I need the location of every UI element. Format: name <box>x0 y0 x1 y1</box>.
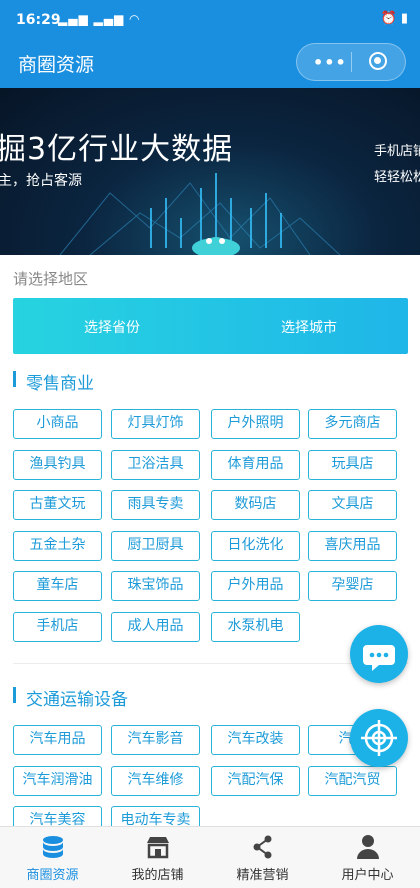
category-tag[interactable]: 厨卫厨具 <box>111 530 200 561</box>
category-tag[interactable]: 孕婴店 <box>308 571 397 601</box>
crosshair-icon <box>361 720 397 756</box>
chat-icon <box>363 645 395 671</box>
region-selector: 选择省份 选择城市 <box>13 298 408 354</box>
region-label: 请选择地区 <box>13 270 89 288</box>
section-title-marker <box>13 687 16 703</box>
section-title-text: 交通运输设备 <box>26 690 128 710</box>
banner-next-line1: 手机店铺 <box>374 144 420 159</box>
category-tag[interactable]: 汽车润滑油 <box>13 765 102 796</box>
tab-precision-marketing[interactable]: 精准营销 <box>210 827 315 888</box>
category-tag[interactable]: 古董文玩 <box>13 490 102 520</box>
category-tag[interactable]: 汽车维修 <box>111 765 200 796</box>
category-tag[interactable]: 汽配汽保 <box>211 765 300 796</box>
category-tag[interactable]: 小商品 <box>13 409 102 439</box>
banner-subline: 主，抢占客源 <box>0 173 82 189</box>
category-tag[interactable]: 汽配汽贸 <box>308 765 397 796</box>
user-icon <box>357 835 379 859</box>
category-tag[interactable]: 数码店 <box>211 490 300 520</box>
section-title-marker <box>13 371 16 387</box>
category-tag[interactable]: 卫浴洁具 <box>111 449 200 480</box>
category-tag[interactable]: 手机店 <box>13 611 102 642</box>
tab-label: 精准营销 <box>236 868 289 883</box>
category-tag[interactable]: 户外用品 <box>211 571 300 601</box>
more-menu-button[interactable]: ••• <box>313 53 347 72</box>
category-tag[interactable]: 体育用品 <box>211 449 300 480</box>
category-tag[interactable]: 渔具钓具 <box>13 449 102 480</box>
miniprogram-capsule: ••• <box>296 43 406 81</box>
bottom-tab-bar: 商圈资源 我的店铺 精准营销 用户中心 <box>0 826 420 888</box>
category-tag[interactable]: 喜庆用品 <box>308 530 397 561</box>
category-tag[interactable]: 五金土杂 <box>13 530 102 561</box>
shop-icon <box>147 837 169 859</box>
category-tag[interactable]: 多元商店 <box>308 409 397 439</box>
category-tag[interactable]: 日化洗化 <box>211 530 300 561</box>
locate-button[interactable] <box>350 709 408 767</box>
category-tag[interactable]: 雨具专卖 <box>111 490 200 520</box>
capsule-divider <box>351 52 352 72</box>
battery-icon: ⏰ ▮ <box>380 11 408 26</box>
close-miniprogram-icon[interactable] <box>369 52 387 70</box>
category-tag[interactable]: 文具店 <box>308 490 397 520</box>
promo-banner[interactable]: 掘3亿行业大数据 主，抢占客源 手机店铺 轻轻松松 <box>0 88 420 255</box>
tab-label: 我的店铺 <box>131 868 184 883</box>
category-tag[interactable]: 成人用品 <box>111 611 200 642</box>
select-city-button[interactable]: 选择城市 <box>281 317 337 337</box>
nav-bar: 商圈资源 ••• <box>0 40 420 88</box>
category-tag[interactable]: 玩具店 <box>308 449 397 480</box>
banner-headline: 掘3亿行业大数据 <box>0 132 234 167</box>
category-tag[interactable]: 汽车用品 <box>13 725 102 755</box>
tab-label: 用户中心 <box>341 868 394 883</box>
section-title-text: 零售商业 <box>26 374 94 394</box>
signal-icon: ▂▄▆ ▂▄▆ ◠ <box>58 12 141 26</box>
category-tag[interactable]: 水泵机电 <box>211 611 300 642</box>
category-tag[interactable]: 汽车影音 <box>111 725 200 755</box>
section-divider <box>13 663 408 664</box>
category-tag[interactable]: 童车店 <box>13 571 102 601</box>
category-tag[interactable]: 汽车改装 <box>211 725 300 755</box>
tab-my-shop[interactable]: 我的店铺 <box>105 827 210 888</box>
category-tag[interactable]: 珠宝饰品 <box>111 571 200 601</box>
banner-next-line2: 轻轻松松 <box>374 170 420 185</box>
status-time: 16:29 <box>16 12 61 28</box>
tab-business-resources[interactable]: 商圈资源 <box>0 827 105 888</box>
page-title: 商圈资源 <box>18 54 95 76</box>
tab-user-center[interactable]: 用户中心 <box>315 827 420 888</box>
database-icon <box>43 836 63 858</box>
tab-label: 商圈资源 <box>26 868 79 883</box>
chat-button[interactable] <box>350 625 408 683</box>
share-icon <box>253 835 272 859</box>
select-province-button[interactable]: 选择省份 <box>84 317 140 337</box>
status-bar: 16:29 ▂▄▆ ▂▄▆ ◠ ⏰ ▮ <box>0 0 420 40</box>
category-tag[interactable]: 户外照明 <box>211 409 300 439</box>
category-tag[interactable]: 灯具灯饰 <box>111 409 200 439</box>
